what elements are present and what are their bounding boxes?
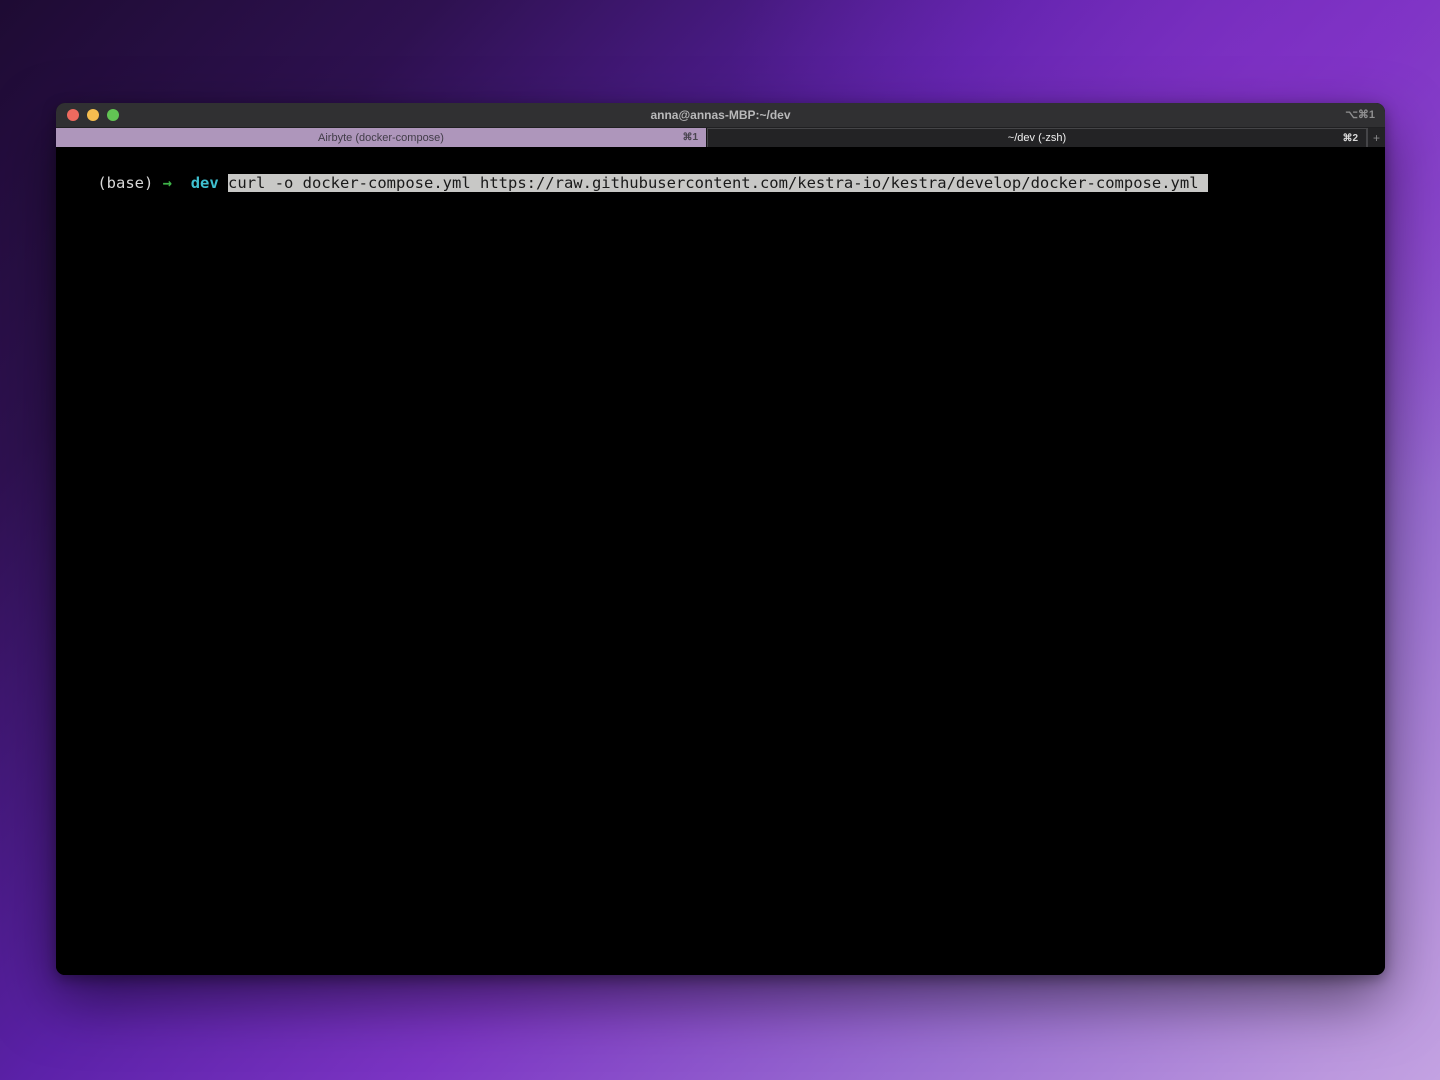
tab-label: Airbyte (docker-compose) — [318, 132, 444, 144]
prompt-directory: dev — [191, 174, 219, 192]
minimize-button[interactable] — [87, 109, 99, 121]
traffic-lights — [56, 109, 119, 121]
prompt-space — [219, 174, 228, 192]
prompt-line: (base) → dev curl -o docker-compose.yml … — [97, 174, 1208, 192]
tab-shortcut-badge: ⌘2 — [1342, 129, 1358, 147]
prompt-env: (base) — [97, 174, 153, 192]
prompt-space — [153, 174, 162, 192]
tab-shortcut-badge: ⌘1 — [682, 128, 698, 147]
selected-command-text: curl -o docker-compose.yml https://raw.g… — [228, 174, 1208, 192]
terminal-content[interactable]: (base) → dev curl -o docker-compose.yml … — [56, 149, 1385, 975]
window-title: anna@annas-MBP:~/dev — [56, 108, 1385, 122]
prompt-arrow-icon: → — [163, 174, 172, 192]
tab-bar: Airbyte (docker-compose) ⌘1 ~/dev (-zsh)… — [56, 128, 1385, 148]
tab-dev-zsh[interactable]: ~/dev (-zsh) ⌘2 — [707, 128, 1367, 147]
prompt-space — [172, 174, 191, 192]
new-tab-button[interactable]: + — [1367, 128, 1385, 147]
close-button[interactable] — [67, 109, 79, 121]
terminal-window: anna@annas-MBP:~/dev ⌥⌘1 Airbyte (docker… — [56, 103, 1385, 975]
tab-label: ~/dev (-zsh) — [1008, 132, 1066, 144]
tab-airbyte-docker-compose[interactable]: Airbyte (docker-compose) ⌘1 — [56, 128, 707, 147]
zoom-button[interactable] — [107, 109, 119, 121]
window-shortcut-hint: ⌥⌘1 — [1345, 103, 1375, 128]
title-bar[interactable]: anna@annas-MBP:~/dev ⌥⌘1 — [56, 103, 1385, 128]
